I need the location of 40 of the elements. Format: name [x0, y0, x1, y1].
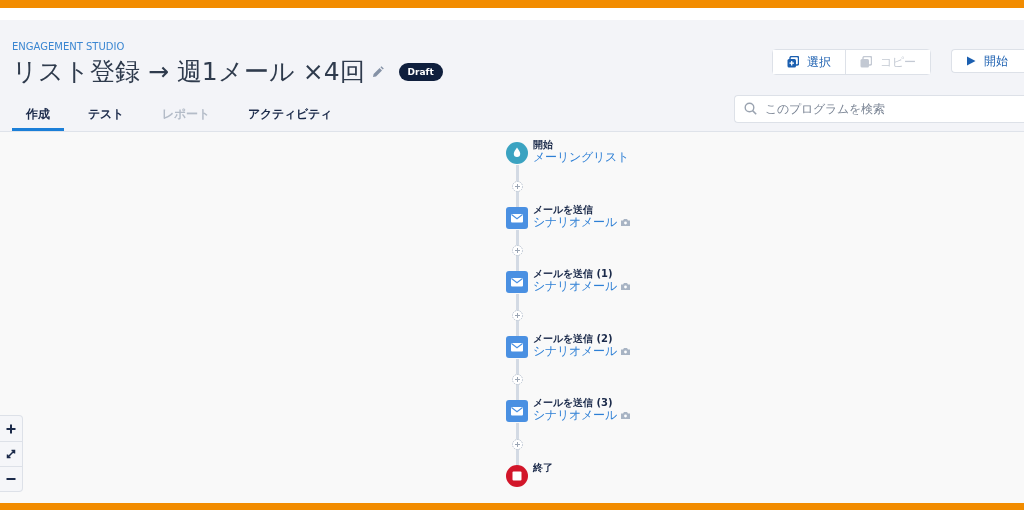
program-title: リスト登録 → 週1メール ×4回: [12, 56, 365, 88]
add-step-icon[interactable]: [511, 438, 523, 450]
end-node-icon[interactable]: [506, 464, 528, 487]
copy-icon: [860, 56, 872, 68]
add-step-icon[interactable]: [511, 374, 523, 386]
node-subtitle[interactable]: シナリオメール: [533, 280, 617, 293]
email-node-icon[interactable]: [506, 271, 528, 293]
add-step-icon[interactable]: [511, 180, 523, 192]
node-title: メールを送信 (2): [533, 332, 614, 345]
add-step-icon[interactable]: [511, 245, 523, 257]
camera-icon[interactable]: [621, 347, 630, 355]
camera-icon[interactable]: [621, 283, 630, 290]
node-subtitle[interactable]: シナリオメール: [533, 215, 617, 229]
app-label: ENGAGEMENT STUDIO: [12, 41, 126, 52]
email-node-icon[interactable]: [506, 206, 528, 229]
node-subtitle[interactable]: シナリオメール: [533, 409, 617, 422]
email-node-icon[interactable]: [506, 400, 528, 422]
node-title: 開始: [533, 139, 554, 151]
tab[interactable]: テスト: [74, 106, 138, 131]
node-title: メールを送信: [533, 203, 594, 216]
add-step-icon[interactable]: [511, 309, 523, 321]
status-badge: Draft: [398, 62, 443, 81]
play-icon: [966, 56, 976, 66]
plus-icon: [6, 423, 16, 434]
node-title: メールを送信 (3): [533, 397, 614, 409]
node-title: 終了: [533, 461, 553, 474]
camera-icon[interactable]: [621, 412, 630, 419]
search-field[interactable]: このプログラムを検索: [734, 95, 1024, 123]
start-button[interactable]: 開始: [951, 49, 1024, 73]
tab[interactable]: アクティビティ: [234, 106, 346, 131]
camera-icon[interactable]: [621, 218, 630, 226]
node-subtitle[interactable]: シナリオメール: [533, 344, 617, 358]
start-node-icon[interactable]: [506, 142, 528, 164]
email-node-icon[interactable]: [506, 335, 528, 358]
node-title: メールを送信 (1): [533, 268, 614, 280]
select-icon: [787, 56, 799, 68]
node-subtitle[interactable]: メーリングリスト: [533, 151, 629, 164]
search-icon: [744, 102, 757, 115]
pencil-icon[interactable]: [371, 65, 384, 78]
expand-icon: [6, 449, 16, 459]
